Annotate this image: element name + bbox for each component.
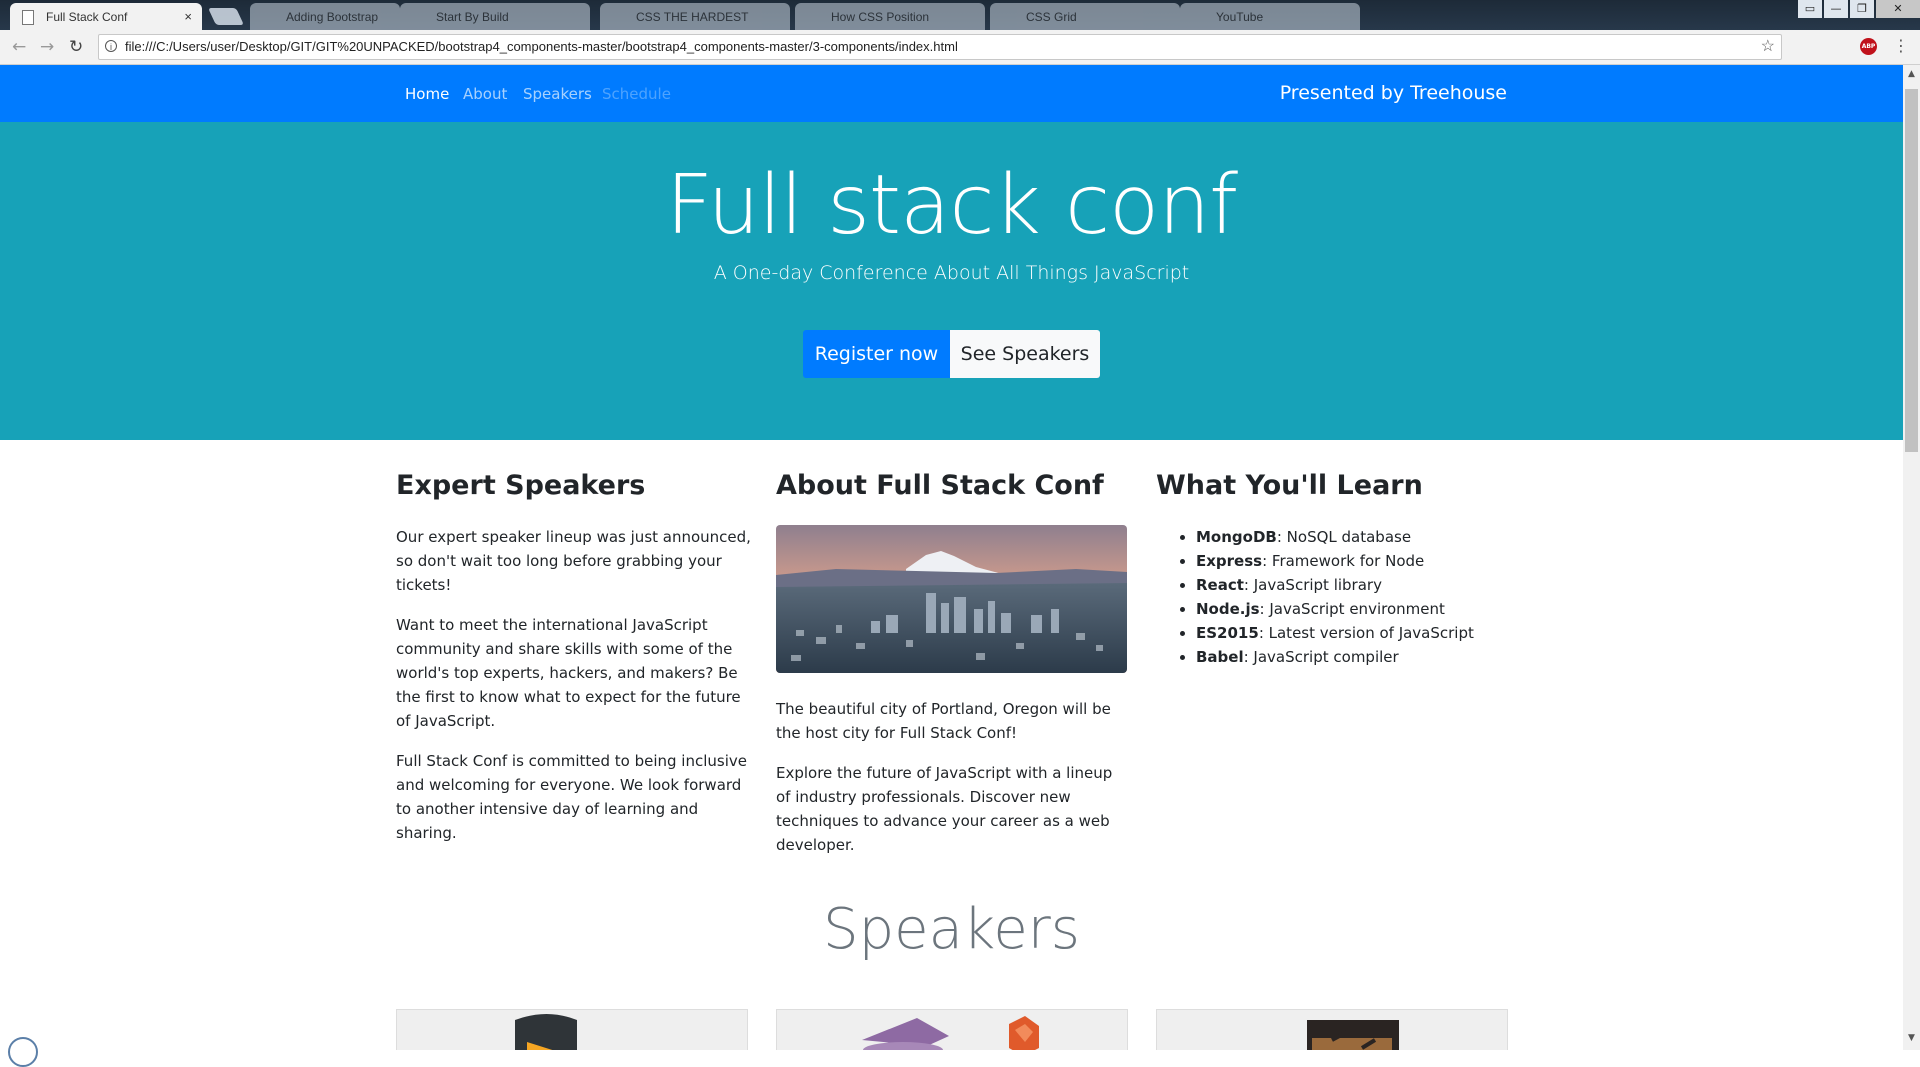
background-tab[interactable]: How CSS Position bbox=[795, 3, 985, 30]
speaker-avatar-illustration bbox=[862, 1016, 1039, 1050]
minimize-icon[interactable]: — bbox=[1824, 0, 1848, 18]
tab-close-icon[interactable]: × bbox=[184, 9, 192, 24]
browser-menu-icon[interactable]: ⋮ bbox=[1893, 36, 1909, 55]
nav-link-speakers[interactable]: Speakers bbox=[523, 85, 592, 103]
expert-speakers-column: Expert Speakers Our expert speaker lineu… bbox=[396, 465, 751, 861]
floating-badge-icon[interactable] bbox=[8, 1037, 38, 1067]
window-controls: ▭ — ❐ ✕ bbox=[1796, 0, 1920, 20]
background-tab[interactable]: Start By Build bbox=[400, 3, 590, 30]
list-item-desc: : JavaScript environment bbox=[1259, 600, 1445, 618]
back-arrow-icon[interactable]: ← bbox=[12, 37, 26, 57]
new-tab-button[interactable] bbox=[208, 8, 244, 25]
about-column: About Full Stack Conf The beautiful city… bbox=[776, 465, 1131, 873]
speaker-card[interactable] bbox=[776, 1009, 1128, 1050]
list-item: MongoDB: NoSQL database bbox=[1196, 525, 1511, 549]
nav-link-schedule: Schedule bbox=[602, 85, 671, 103]
list-item: Node.js: JavaScript environment bbox=[1196, 597, 1511, 621]
adblock-extension-icon[interactable]: ABP bbox=[1860, 38, 1877, 55]
user-icon[interactable]: ▭ bbox=[1798, 0, 1822, 18]
hero-title: Full stack conf bbox=[665, 158, 1238, 253]
browser-tab-strip: Full Stack Conf × Adding Bootstrap Start… bbox=[0, 0, 1920, 30]
list-item-desc: : Latest version of JavaScript bbox=[1258, 624, 1474, 642]
browser-toolbar: ← → ↻ i file:///C:/Users/user/Desktop/GI… bbox=[0, 30, 1920, 65]
scroll-down-arrow-icon[interactable]: ▼ bbox=[1903, 1033, 1920, 1043]
scroll-up-arrow-icon[interactable]: ▲ bbox=[1903, 69, 1920, 79]
speakers-paragraph: Full Stack Conf is committed to being in… bbox=[396, 752, 747, 842]
register-now-button[interactable]: Register now bbox=[803, 330, 950, 378]
bookmark-star-icon[interactable]: ☆ bbox=[1761, 35, 1775, 59]
hero-jumbotron: Full stack conf A One-day Conference Abo… bbox=[0, 122, 1903, 440]
list-item-desc: : JavaScript library bbox=[1243, 576, 1382, 594]
speaker-avatar-illustration bbox=[1307, 1020, 1399, 1050]
list-item: React: JavaScript library bbox=[1196, 573, 1511, 597]
list-item-term: React bbox=[1196, 576, 1244, 594]
list-item-desc: : JavaScript compiler bbox=[1243, 648, 1399, 666]
speakers-paragraph: Our expert speaker lineup was just annou… bbox=[396, 528, 751, 594]
list-item-desc: : NoSQL database bbox=[1276, 528, 1412, 546]
background-tab-title: CSS Grid bbox=[1026, 10, 1077, 24]
see-speakers-button[interactable]: See Speakers bbox=[950, 330, 1100, 378]
about-paragraph: Explore the future of JavaScript with a … bbox=[776, 764, 1113, 854]
list-item: Babel: JavaScript compiler bbox=[1196, 645, 1511, 669]
about-paragraph: The beautiful city of Portland, Oregon w… bbox=[776, 700, 1111, 742]
list-item-term: Node.js bbox=[1196, 600, 1260, 618]
list-item-desc: : Framework for Node bbox=[1262, 552, 1425, 570]
navbar-text-presented: Presented by Treehouse bbox=[1279, 82, 1507, 104]
background-tab[interactable]: Adding Bootstrap bbox=[250, 3, 400, 30]
list-item: Express: Framework for Node bbox=[1196, 549, 1511, 573]
speaker-card[interactable] bbox=[1156, 1009, 1508, 1050]
list-item-term: Express bbox=[1196, 552, 1263, 570]
background-tab-title: How CSS Position bbox=[831, 10, 930, 24]
url-text: file:///C:/Users/user/Desktop/GIT/GIT%20… bbox=[125, 39, 958, 54]
nav-link-home[interactable]: Home bbox=[405, 85, 449, 103]
tab-full-stack-conf[interactable]: Full Stack Conf × bbox=[10, 3, 202, 30]
background-tab[interactable]: YouTube bbox=[1180, 3, 1360, 30]
learn-list: MongoDB: NoSQL database Express: Framewo… bbox=[1156, 525, 1511, 669]
speakers-paragraph: Want to meet the international JavaScrip… bbox=[396, 616, 741, 730]
list-item: ES2015: Latest version of JavaScript bbox=[1196, 621, 1511, 645]
maximize-icon[interactable]: ❐ bbox=[1850, 0, 1874, 18]
learn-heading: What You'll Learn bbox=[1156, 470, 1423, 501]
site-navbar: Home About Speakers Schedule Presented b… bbox=[0, 65, 1903, 122]
expert-speakers-heading: Expert Speakers bbox=[396, 470, 646, 501]
list-item-term: ES2015 bbox=[1196, 624, 1259, 642]
background-tab-title: YouTube bbox=[1216, 10, 1264, 24]
document-icon bbox=[22, 10, 34, 25]
list-item-term: MongoDB bbox=[1196, 528, 1277, 546]
speakers-section-title: Speakers bbox=[823, 897, 1080, 962]
window-close-icon[interactable]: ✕ bbox=[1876, 0, 1920, 18]
list-item-term: Babel bbox=[1196, 648, 1244, 666]
info-icon[interactable]: i bbox=[105, 40, 117, 52]
background-tab[interactable]: CSS THE HARDEST bbox=[600, 3, 790, 30]
portland-city-image bbox=[776, 525, 1127, 673]
page-scrollbar[interactable]: ▲ ▼ bbox=[1903, 65, 1920, 1050]
about-heading: About Full Stack Conf bbox=[776, 470, 1104, 501]
tab-title: Full Stack Conf bbox=[46, 10, 128, 24]
background-tab-title: CSS THE HARDEST bbox=[636, 10, 749, 24]
speaker-avatar-illustration bbox=[515, 1014, 577, 1050]
hero-subtitle: A One-day Conference About All Things Ja… bbox=[713, 262, 1190, 284]
background-tab[interactable]: CSS Grid bbox=[990, 3, 1180, 30]
scrollbar-thumb[interactable] bbox=[1905, 89, 1918, 452]
reload-icon[interactable]: ↻ bbox=[69, 37, 83, 57]
background-tab-title: Adding Bootstrap bbox=[286, 10, 379, 24]
what-you-learn-column: What You'll Learn MongoDB: NoSQL databas… bbox=[1156, 465, 1511, 669]
forward-arrow-icon[interactable]: → bbox=[40, 37, 54, 57]
address-bar[interactable]: i file:///C:/Users/user/Desktop/GIT/GIT%… bbox=[98, 34, 1782, 60]
page-viewport: Home About Speakers Schedule Presented b… bbox=[0, 65, 1903, 1050]
nav-link-about[interactable]: About bbox=[463, 85, 507, 103]
speaker-card[interactable] bbox=[396, 1009, 748, 1050]
background-tab-title: Start By Build bbox=[436, 10, 509, 24]
